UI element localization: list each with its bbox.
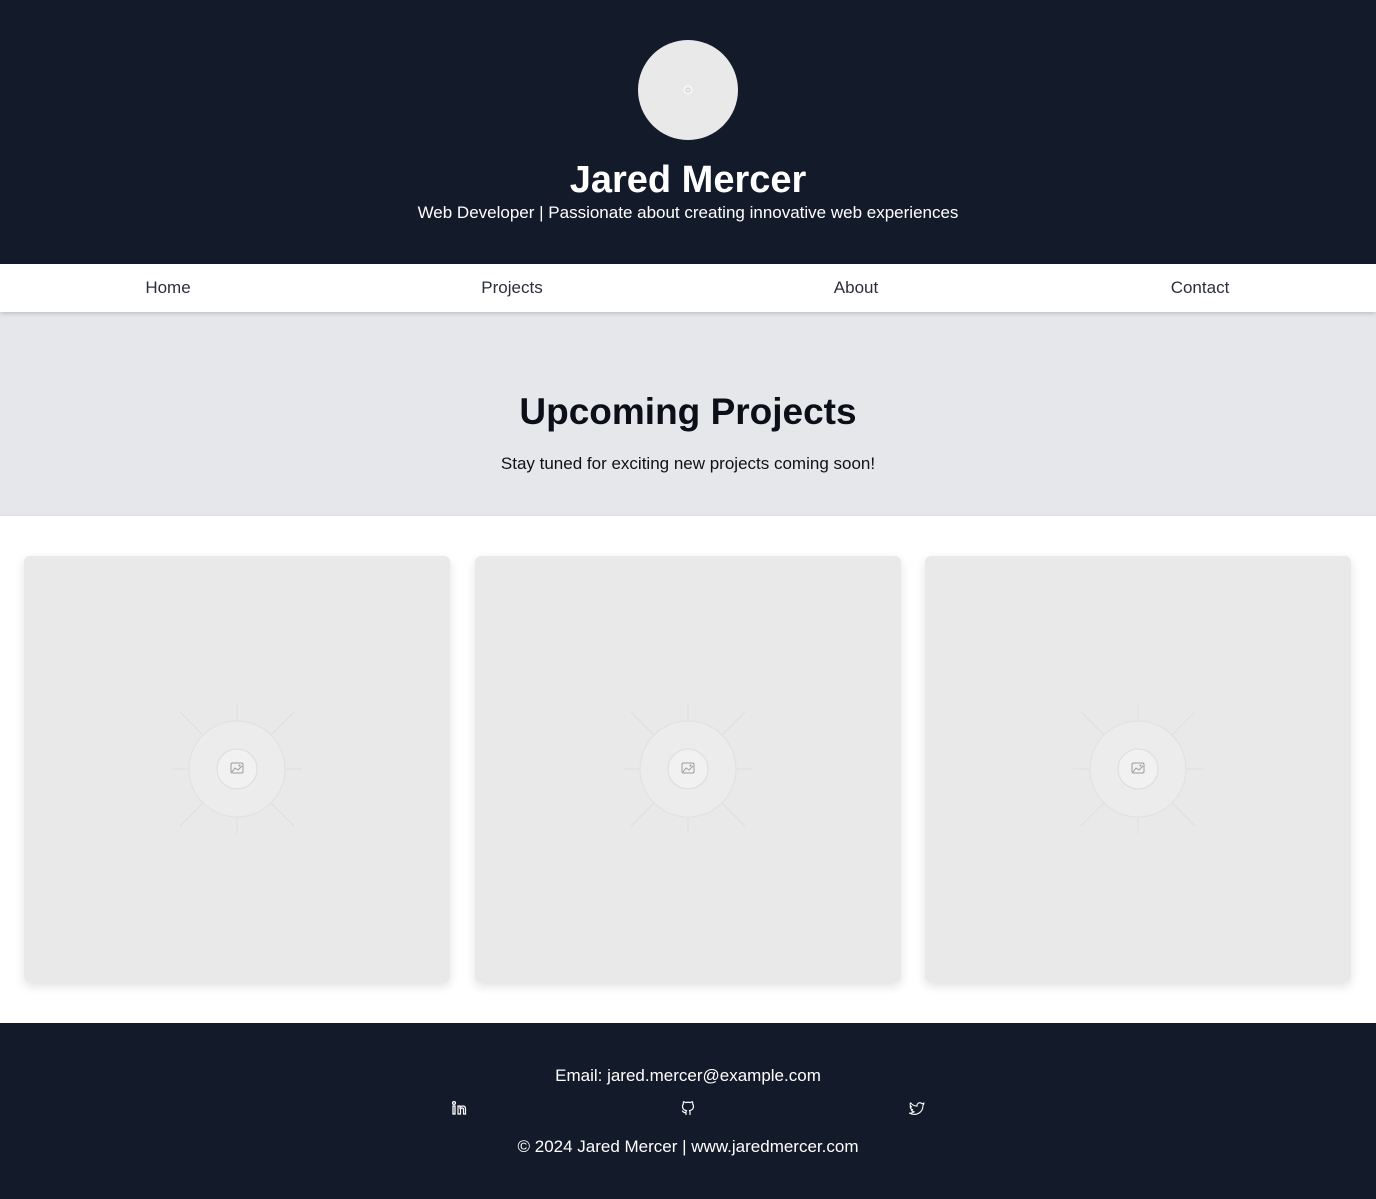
- site-footer: Email: jared.mercer@example.com © 2024 J…: [0, 1023, 1376, 1199]
- linkedin-icon: [451, 1100, 467, 1115]
- project-card[interactable]: [24, 556, 450, 982]
- footer-email[interactable]: Email: jared.mercer@example.com: [0, 1065, 1376, 1087]
- nav-item-contact[interactable]: Contact: [1100, 264, 1300, 312]
- image-placeholder-icon: [172, 704, 302, 834]
- nav-item-projects[interactable]: Projects: [412, 264, 612, 312]
- tagline: Web Developer | Passionate about creatin…: [417, 203, 959, 222]
- avatar: [638, 40, 738, 140]
- github-icon: [681, 1101, 695, 1116]
- site-header: Jared Mercer Web Developer | Passionate …: [0, 0, 1376, 264]
- nav-item-about[interactable]: About: [756, 264, 956, 312]
- project-card[interactable]: [475, 556, 901, 982]
- nav-item-home[interactable]: Home: [68, 264, 268, 312]
- project-card[interactable]: [925, 556, 1351, 982]
- main-nav: Home Projects About Contact: [0, 264, 1376, 312]
- hero-title: Upcoming Projects: [519, 391, 857, 432]
- hero-section: Upcoming Projects Stay tuned for excitin…: [0, 312, 1376, 516]
- footer-copyright: © 2024 Jared Mercer | www.jaredmercer.co…: [517, 1137, 859, 1156]
- twitter-icon: [909, 1102, 925, 1115]
- github-icon[interactable]: [679, 1099, 697, 1117]
- linkedin-icon[interactable]: [450, 1099, 468, 1117]
- image-placeholder-icon: [683, 85, 693, 95]
- hero-subtitle: Stay tuned for exciting new projects com…: [500, 454, 876, 473]
- image-placeholder-icon: [1073, 704, 1203, 834]
- twitter-icon[interactable]: [908, 1099, 926, 1117]
- image-placeholder-icon: [623, 704, 753, 834]
- site-name: Jared Mercer: [569, 159, 807, 201]
